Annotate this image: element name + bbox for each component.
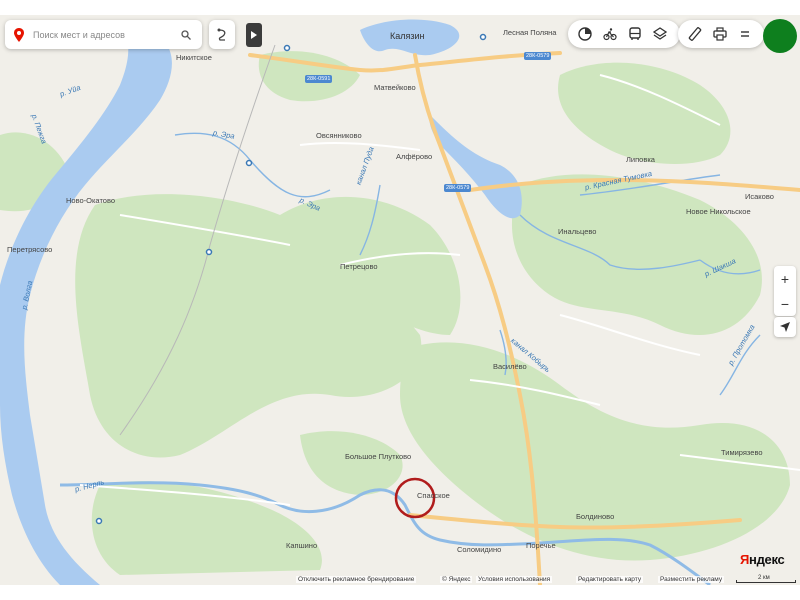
place-lipovka[interactable]: Липовка (626, 155, 655, 164)
traffic-icon (577, 27, 592, 41)
map-footer: Отключить рекламное брендирование © Янде… (0, 576, 800, 585)
layers-icon (652, 27, 667, 40)
scale-line (736, 580, 796, 583)
print-icon (712, 27, 727, 41)
place-bolshoe-plutkovo[interactable]: Большое Плутково (345, 452, 411, 461)
place-porechye[interactable]: Поречье (526, 541, 556, 550)
road-shield-2: 28К-0579 (524, 52, 552, 60)
place-kapshino[interactable]: Капшино (286, 541, 317, 550)
map-canvas[interactable]: Калязин Лесная Поляна Никитское Матвейко… (0, 15, 800, 585)
disable-branding-link[interactable]: Отключить рекламное брендирование (296, 576, 417, 583)
place-ovsyannikovo[interactable]: Овсянниково (316, 131, 362, 140)
zoom-out-button[interactable]: − (774, 291, 796, 316)
place-alferovo[interactable]: Алфёрово (396, 152, 432, 161)
tools-toolbar (678, 20, 764, 48)
menu-icon (740, 31, 749, 37)
road-shield-3: 28К-0579 (444, 184, 472, 192)
edit-map-link[interactable]: Редактировать карту (576, 576, 644, 583)
logo-ya: Я (740, 552, 750, 567)
transit-icon (628, 27, 641, 40)
map-layer[interactable] (0, 15, 800, 585)
place-timiryazevo[interactable]: Тимирязево (721, 448, 763, 457)
transit-button[interactable] (624, 23, 645, 45)
place-nikitskoe[interactable]: Никитское (176, 53, 212, 62)
zoom-control: + − (774, 266, 796, 316)
route-icon (217, 28, 226, 41)
panel-toggle-button[interactable] (246, 23, 262, 47)
place-inaltsevo[interactable]: Инальцево (558, 227, 596, 236)
ruler-button[interactable] (684, 23, 705, 45)
place-boldinovo[interactable]: Болдиново (576, 512, 614, 521)
copyright-text: © Яндекс (440, 576, 473, 583)
ruler-icon (688, 27, 701, 41)
place-novo-okatovo[interactable]: Ново-Окатово (66, 196, 115, 205)
scale-bar: 2 км (736, 575, 796, 583)
volga-east (429, 115, 522, 219)
place-petretsovo[interactable]: Петрецово (340, 262, 378, 271)
place-ad-link[interactable]: Разместить рекламу (658, 576, 725, 583)
cycling-button[interactable] (599, 23, 620, 45)
route-button[interactable] (209, 20, 235, 49)
yandex-logo[interactable]: Яндекс (740, 552, 785, 567)
place-isakovo[interactable]: Исаково (745, 192, 774, 201)
layers-button[interactable] (649, 23, 670, 45)
search-box[interactable] (5, 20, 202, 49)
layers-toolbar (568, 20, 680, 48)
search-icon[interactable] (179, 28, 193, 42)
play-icon (251, 31, 257, 39)
logo-ndex: ндекс (749, 552, 785, 567)
terms-link[interactable]: Условия использования (476, 576, 553, 583)
geolocation-button[interactable] (774, 317, 796, 337)
traffic-button[interactable] (574, 23, 595, 45)
place-peretryasovo[interactable]: Перетрясово (7, 245, 52, 254)
place-solomidino[interactable]: Соломидино (457, 545, 501, 554)
profile-avatar[interactable] (763, 19, 797, 53)
place-kalyazin[interactable]: Калязин (390, 31, 425, 41)
place-lesnaya-polyana[interactable]: Лесная Поляна (503, 28, 556, 37)
menu-button[interactable] (734, 23, 755, 45)
place-spasskoe[interactable]: Спасское (417, 491, 450, 500)
road-shield-1: 28К-0591 (305, 75, 333, 83)
place-vasilevo[interactable]: Василёво (493, 362, 527, 371)
yandex-maps-pin-icon[interactable] (11, 27, 27, 42)
place-novoe-nikolskoe[interactable]: Новое Никольское (686, 207, 751, 216)
zoom-in-button[interactable]: + (774, 266, 796, 291)
cycling-icon (602, 28, 617, 41)
print-button[interactable] (709, 23, 730, 45)
place-matveykovo[interactable]: Матвейково (374, 83, 416, 92)
location-arrow-icon (780, 322, 790, 332)
search-input[interactable] (31, 28, 175, 41)
